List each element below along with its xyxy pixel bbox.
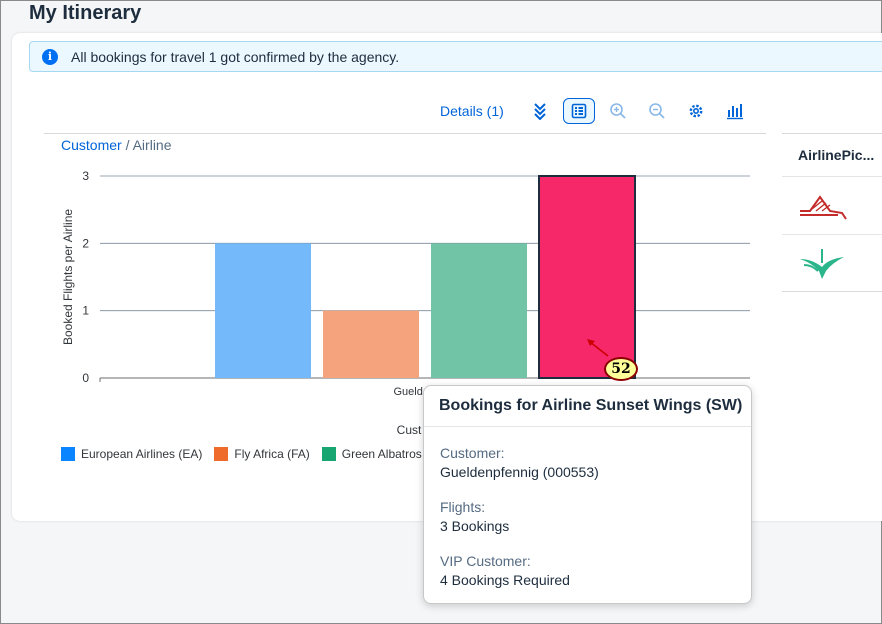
airline-logo-red-icon bbox=[800, 194, 847, 220]
annotation-badge: 52 bbox=[604, 357, 638, 381]
bar-0 bbox=[215, 243, 311, 378]
legend-swatch bbox=[321, 447, 336, 461]
message-strip: i All bookings for travel 1 got confirme… bbox=[29, 41, 882, 72]
airline-logo-green-icon bbox=[800, 248, 844, 279]
zoom-in-button[interactable] bbox=[602, 98, 634, 124]
pointer-arrow-icon bbox=[587, 339, 609, 357]
bar-detail-popover: Bookings for Airline Sunset Wings (SW) C… bbox=[423, 385, 752, 604]
legend-toggle-button[interactable] bbox=[562, 98, 595, 124]
info-icon: i bbox=[42, 48, 58, 65]
y-tick-label: 1 bbox=[82, 304, 89, 318]
legend-item[interactable]: European Airlines (EA) bbox=[61, 447, 202, 461]
bar-2 bbox=[431, 243, 527, 378]
drilldown-icon bbox=[534, 103, 546, 120]
chart-type-icon bbox=[726, 104, 743, 120]
details-button[interactable]: Details (1) bbox=[440, 103, 504, 119]
popover-flights-value: 3 Bookings bbox=[440, 518, 510, 534]
y-tick-label: 2 bbox=[82, 236, 89, 250]
legend-item[interactable]: Green Albatros ( bbox=[321, 447, 430, 461]
legend-toggle-icon bbox=[571, 103, 587, 119]
popover-title: Bookings for Airline Sunset Wings (SW) bbox=[424, 386, 751, 427]
table-row[interactable] bbox=[782, 235, 882, 292]
chart-toolbar: Details (1) bbox=[440, 98, 758, 124]
bar-1 bbox=[323, 310, 419, 378]
legend-swatch bbox=[61, 447, 75, 461]
chart-legend: European Airlines (EA) Fly Africa (FA) Gre… bbox=[61, 447, 441, 461]
legend-label: Fly Africa (FA) bbox=[234, 447, 310, 461]
settings-button[interactable] bbox=[680, 98, 712, 124]
legend-swatch bbox=[214, 447, 229, 461]
zoom-in-icon bbox=[609, 103, 626, 119]
settings-icon bbox=[689, 104, 703, 118]
page-title: My Itinerary bbox=[29, 2, 142, 24]
x-axis-label: Cust bbox=[397, 423, 422, 437]
popover-vip-label: VIP Customer: bbox=[440, 553, 531, 569]
zoom-out-button[interactable] bbox=[641, 98, 673, 124]
legend-label: Green Albatros ( bbox=[341, 447, 430, 461]
y-tick-label: 3 bbox=[82, 169, 89, 183]
legend-label: European Airlines (EA) bbox=[81, 447, 203, 461]
zoom-out-icon bbox=[648, 103, 665, 119]
y-axis-label: Booked Flights per Airline bbox=[61, 209, 75, 345]
table-column-header[interactable]: AirlinePic... bbox=[782, 134, 882, 177]
airline-picture-table: AirlinePic... bbox=[782, 133, 882, 292]
y-tick-label: 0 bbox=[82, 371, 89, 385]
table-row[interactable] bbox=[782, 177, 882, 235]
message-strip-text: All bookings for travel 1 got confirmed … bbox=[71, 48, 400, 65]
popover-flights-label: Flights: bbox=[440, 499, 486, 515]
popover-customer-label: Customer: bbox=[440, 445, 505, 461]
chart-type-button[interactable] bbox=[719, 98, 751, 124]
popover-customer-value: Gueldenpfennig (000553) bbox=[440, 464, 599, 480]
popover-vip-value: 4 Bookings Required bbox=[440, 572, 570, 588]
legend-item[interactable]: Fly Africa (FA) bbox=[214, 447, 310, 461]
drilldown-button[interactable] bbox=[524, 98, 556, 124]
